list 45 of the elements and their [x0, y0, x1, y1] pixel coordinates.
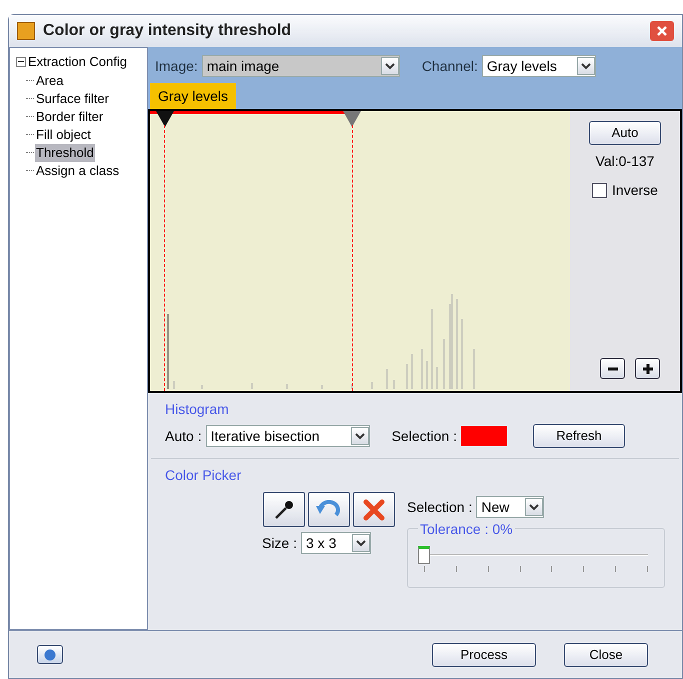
auto-button[interactable]: Auto [589, 121, 661, 145]
high-marker-icon [342, 111, 361, 127]
tree-item[interactable]: Border filter [35, 108, 104, 126]
tree-item[interactable]: Threshold [35, 144, 95, 162]
delete-button[interactable] [353, 492, 395, 528]
section-title: Histogram [165, 400, 230, 419]
low-marker-icon [156, 111, 174, 127]
inverse-label: Inverse [612, 181, 658, 200]
tree-item[interactable]: Area [35, 72, 64, 90]
dialog-button[interactable]: Process [432, 642, 536, 666]
section-title: Color Picker [165, 466, 242, 486]
tree-item[interactable]: Fill object [35, 126, 92, 144]
window-title: Color or gray intensity threshold [43, 21, 292, 41]
help-button[interactable] [37, 645, 63, 664]
image-label: Image: [155, 56, 198, 76]
dialog-button[interactable]: Close [564, 642, 648, 666]
auto-method-dropdown[interactable]: Iterative bisection [206, 425, 370, 448]
inverse-checkbox[interactable] [592, 183, 608, 198]
collapse-icon[interactable] [16, 56, 26, 67]
help-icon [44, 648, 56, 660]
undo-button[interactable] [308, 492, 350, 528]
app-icon [17, 22, 35, 40]
zoom-out-button[interactable] [600, 358, 625, 379]
delete-icon [362, 498, 386, 522]
slider-thumb[interactable] [418, 546, 430, 564]
zoom-in-button[interactable] [635, 358, 660, 379]
selection-label: Selection : [407, 498, 472, 517]
close-icon[interactable] [650, 21, 674, 41]
tree-item[interactable]: Assign a class [35, 162, 120, 180]
channel-label: Channel: [422, 56, 478, 76]
eyedropper-button[interactable] [263, 492, 305, 528]
tree-item[interactable]: Surface filter [35, 90, 110, 108]
selection-mode-dropdown[interactable]: New [476, 496, 544, 518]
refresh-button[interactable]: Refresh [532, 424, 625, 448]
value-range-text: Val:0-137 [596, 152, 654, 171]
eyedropper-icon [273, 498, 295, 521]
auto-label: Auto : [165, 426, 202, 446]
channel-dropdown[interactable]: Gray levels [482, 55, 596, 77]
selection-label: Selection : [392, 426, 457, 446]
size-dropdown[interactable]: 3 x 3 [301, 532, 371, 554]
image-dropdown[interactable]: main image [202, 55, 400, 77]
size-label: Size : [262, 534, 297, 553]
plus-icon [642, 362, 654, 374]
tab[interactable]: Gray levels [150, 83, 236, 109]
tree-item[interactable]: Extraction Config [28, 52, 127, 72]
